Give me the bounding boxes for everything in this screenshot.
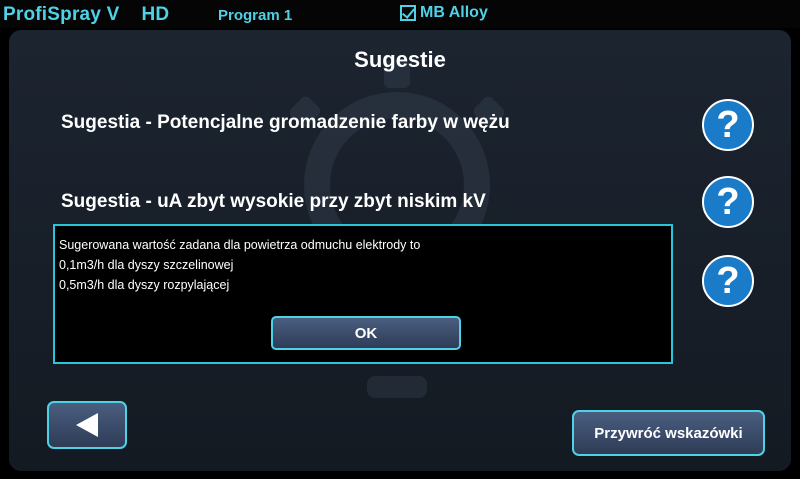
ok-button[interactable]: OK [271, 316, 461, 350]
brand-suffix: HD [141, 4, 170, 25]
question-icon[interactable]: ? [702, 99, 754, 151]
page-title: Sugestie [354, 47, 446, 72]
brand-logo: ProfiSpray V HD [3, 4, 169, 26]
dialog-line: 0,1m3/h dla dyszy szczelinowej [59, 258, 234, 272]
top-bar: ProfiSpray V HD Program 1 MB Alloy [0, 0, 800, 28]
checkbox-checked-icon[interactable] [400, 5, 416, 21]
question-icon[interactable]: ? [702, 176, 754, 228]
question-icon[interactable]: ? [702, 255, 754, 307]
restore-hints-button[interactable]: Przywróć wskazówki [572, 410, 765, 456]
brand-name: ProfiSpray V [3, 4, 120, 25]
dialog-line: Sugerowana wartość zadana dla powietrza … [59, 238, 421, 252]
alloy-label: MB Alloy [420, 4, 488, 21]
suggestion-dialog: Sugerowana wartość zadana dla powietrza … [53, 224, 673, 364]
suggestion-ua-kv: Sugestia - uA zbyt wysokie przy zbyt nis… [61, 191, 486, 212]
suggestion-paint-accumulation: Sugestia - Potencjalne gromadzenie farby… [61, 112, 510, 133]
dialog-line: 0,5m3/h dla dyszy rozpylającej [59, 278, 230, 292]
alloy-toggle[interactable]: MB Alloy [400, 4, 488, 22]
back-arrow-icon [76, 413, 98, 437]
back-button[interactable] [47, 401, 127, 449]
program-label[interactable]: Program 1 [218, 7, 292, 24]
